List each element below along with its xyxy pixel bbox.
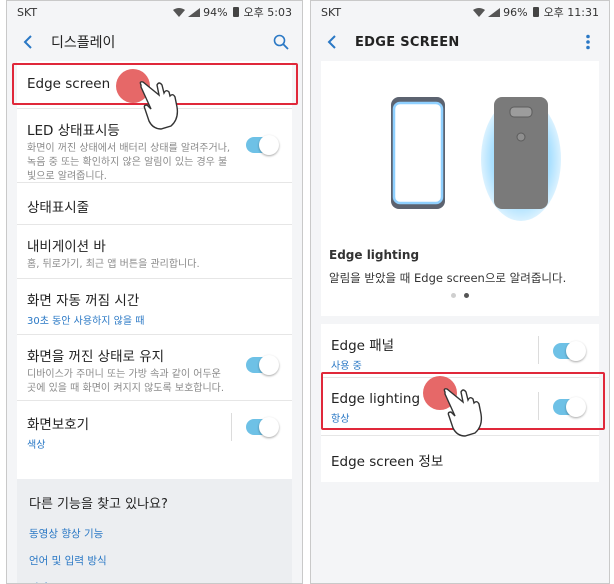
list-item-navigation-bar[interactable]: 내비게이션 바 홈, 뒤로가기, 최근 앱 버튼을 관리합니다. bbox=[17, 225, 292, 279]
related-link[interactable]: 시간 bbox=[17, 574, 292, 583]
related-link[interactable]: 언어 및 입력 방식 bbox=[17, 547, 292, 574]
list-item-label: 화면 자동 꺼짐 시간 bbox=[27, 293, 140, 309]
carrier-label: SKT bbox=[17, 5, 38, 19]
battery-icon bbox=[232, 7, 239, 17]
list-item-screensaver[interactable]: 화면보호기 색상 bbox=[17, 401, 292, 457]
related-features-card: 다른 기능을 찾고 있나요? 동영상 향상 기능 언어 및 입력 방식 시간 bbox=[17, 479, 292, 583]
page-title: EDGE SCREEN bbox=[355, 34, 460, 50]
preview-description: 알림을 받았을 때 Edge screen으로 알려줍니다. bbox=[329, 271, 567, 285]
screensaver-toggle[interactable] bbox=[246, 417, 279, 437]
app-bar: EDGE SCREEN bbox=[311, 23, 609, 61]
clock: 오후 11:31 bbox=[543, 6, 599, 19]
list-item-description: 디바이스가 주머니 또는 가방 속과 같이 어두운 곳에 있을 때 화면이 켜지… bbox=[27, 369, 225, 394]
wifi-signal-icon bbox=[173, 7, 186, 17]
keep-screen-off-toggle[interactable] bbox=[246, 355, 279, 375]
list-item-label: LED 상태표시등 bbox=[27, 123, 120, 139]
pointing-hand-icon bbox=[443, 388, 483, 437]
pointing-hand-icon bbox=[139, 81, 179, 130]
search-icon[interactable] bbox=[270, 31, 292, 53]
battery-icon bbox=[532, 7, 539, 17]
list-item-edge-screen-info[interactable]: Edge screen 정보 bbox=[321, 436, 599, 482]
divider bbox=[231, 413, 232, 441]
page-title: 디스플레이 bbox=[51, 35, 116, 51]
page-dot-active[interactable] bbox=[464, 293, 469, 298]
led-toggle[interactable] bbox=[246, 135, 279, 155]
wifi-signal-icon bbox=[473, 7, 486, 17]
cell-signal-icon bbox=[488, 7, 501, 17]
cell-signal-icon bbox=[188, 7, 201, 17]
list-item-description: 홈, 뒤로가기, 최근 앱 버튼을 관리합니다. bbox=[27, 259, 200, 270]
list-item-keep-screen-off[interactable]: 화면을 꺼진 상태로 유지 디바이스가 주머니 또는 가방 속과 같이 어두운 … bbox=[17, 335, 292, 401]
divider bbox=[538, 336, 539, 364]
more-vert-icon[interactable] bbox=[577, 31, 599, 53]
list-item-value: 색상 bbox=[27, 440, 46, 451]
list-item-label: Edge 패널 bbox=[331, 338, 395, 354]
status-bar: SKT 96% 오후 11:31 bbox=[311, 1, 609, 23]
battery-percent: 94% bbox=[203, 5, 228, 19]
right-phone-screen: SKT 96% 오후 11:31 EDGE SCREEN Edge lighti… bbox=[310, 0, 610, 584]
edge-lighting-preview[interactable]: Edge lighting 알림을 받았을 때 Edge screen으로 알려… bbox=[321, 61, 599, 316]
preview-title: Edge lighting bbox=[329, 248, 420, 262]
list-item-status-bar[interactable]: 상태표시줄 bbox=[17, 183, 292, 225]
list-item-value: 사용 중 bbox=[331, 361, 362, 372]
page-dot[interactable] bbox=[451, 293, 456, 298]
list-item-label: Edge screen 정보 bbox=[331, 454, 444, 470]
app-bar: 디스플레이 bbox=[7, 23, 302, 61]
list-item-description: 화면이 꺼진 상태에서 배터리 상태를 알려주거나, 녹음 중 또는 확인하지 … bbox=[27, 143, 231, 182]
related-link[interactable]: 동영상 향상 기능 bbox=[17, 520, 292, 547]
carrier-label: SKT bbox=[321, 5, 342, 19]
back-arrow-icon[interactable] bbox=[321, 31, 343, 53]
page-indicator bbox=[321, 293, 599, 298]
list-item-label: 화면을 꺼진 상태로 유지 bbox=[27, 349, 165, 365]
battery-percent: 96% bbox=[503, 5, 528, 19]
clock: 오후 5:03 bbox=[243, 6, 292, 19]
edge-panel-toggle[interactable] bbox=[553, 341, 586, 361]
back-arrow-icon[interactable] bbox=[17, 31, 39, 53]
list-item-value: 30초 동안 사용하지 않을 때 bbox=[27, 316, 145, 327]
left-phone-screen: SKT 94% 오후 5:03 디스플레이 Edge screen LED 상태… bbox=[6, 0, 303, 584]
list-item-screen-timeout[interactable]: 화면 자동 꺼짐 시간 30초 동안 사용하지 않을 때 bbox=[17, 279, 292, 335]
list-item-label: 상태표시줄 bbox=[27, 200, 90, 216]
related-features-title: 다른 기능을 찾고 있나요? bbox=[29, 497, 168, 512]
status-bar: SKT 94% 오후 5:03 bbox=[7, 1, 302, 23]
phone-illustration bbox=[391, 97, 561, 221]
list-item-label: 화면보호기 bbox=[27, 417, 90, 433]
list-item-edge-panel[interactable]: Edge 패널 사용 중 bbox=[321, 324, 599, 378]
list-item-label: 내비게이션 바 bbox=[27, 239, 106, 255]
